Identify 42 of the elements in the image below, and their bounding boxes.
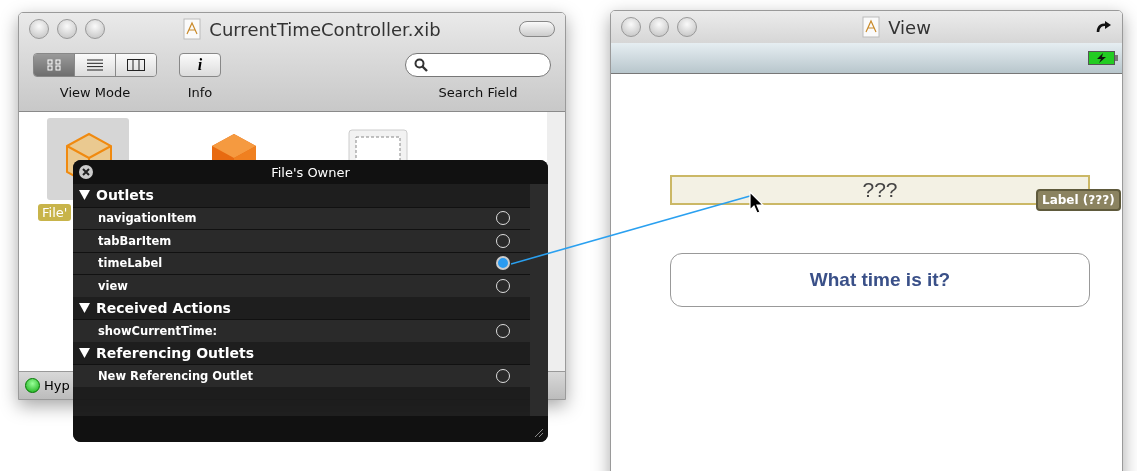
what-time-button[interactable]: What time is it? bbox=[670, 253, 1090, 307]
outlet-name: timeLabel bbox=[98, 256, 163, 271]
rotate-arrow-icon[interactable] bbox=[1096, 21, 1112, 33]
toolbar-label: Search Field bbox=[438, 85, 518, 100]
section-title: Outlets bbox=[96, 187, 154, 204]
disclosure-triangle-icon bbox=[79, 302, 90, 313]
list-view-button[interactable] bbox=[75, 54, 116, 76]
disclosure-triangle-icon bbox=[79, 347, 90, 358]
close-icon[interactable] bbox=[79, 165, 93, 179]
panel-title: File's Owner bbox=[270, 164, 351, 180]
info-button[interactable]: i bbox=[179, 53, 221, 77]
document-icon bbox=[183, 18, 202, 40]
document-icon bbox=[862, 16, 881, 38]
connection-circle-icon[interactable] bbox=[496, 256, 510, 271]
toolbar-label: Info bbox=[187, 85, 213, 100]
outlet-name: view bbox=[98, 278, 128, 293]
label-tooltip: Label (???) bbox=[1036, 189, 1121, 211]
grid-icon bbox=[47, 59, 61, 71]
outlet-name: navigationItem bbox=[98, 211, 197, 226]
search-field[interactable] bbox=[405, 53, 551, 77]
columns-icon bbox=[127, 59, 145, 71]
outlet-name: tabBarItem bbox=[98, 233, 172, 248]
columns-view-button[interactable] bbox=[116, 54, 156, 76]
disclosure-triangle-icon bbox=[79, 190, 90, 201]
window-title: View bbox=[888, 16, 931, 38]
outlet-name: showCurrentTime: bbox=[98, 323, 218, 338]
view-mode-segmented-control[interactable] bbox=[33, 53, 157, 77]
status-text: Hyp bbox=[44, 378, 70, 393]
toolbar-toggle-button[interactable] bbox=[519, 21, 555, 37]
section-title: Received Actions bbox=[96, 299, 231, 316]
window-title: CurrentTimeController.xib bbox=[209, 18, 441, 40]
scroll-track[interactable] bbox=[530, 184, 548, 416]
cursor-icon bbox=[749, 191, 765, 215]
list-icon bbox=[87, 59, 103, 71]
outlet-name: New Referencing Outlet bbox=[98, 368, 254, 383]
search-icon bbox=[414, 58, 428, 72]
section-title: Referencing Outlets bbox=[96, 344, 255, 361]
toolbar-label: View Mode bbox=[59, 85, 131, 100]
battery-charging-icon bbox=[1088, 51, 1118, 65]
resize-grip-icon[interactable] bbox=[532, 426, 544, 438]
object-label: File' bbox=[38, 204, 72, 221]
status-light-icon bbox=[25, 378, 40, 393]
